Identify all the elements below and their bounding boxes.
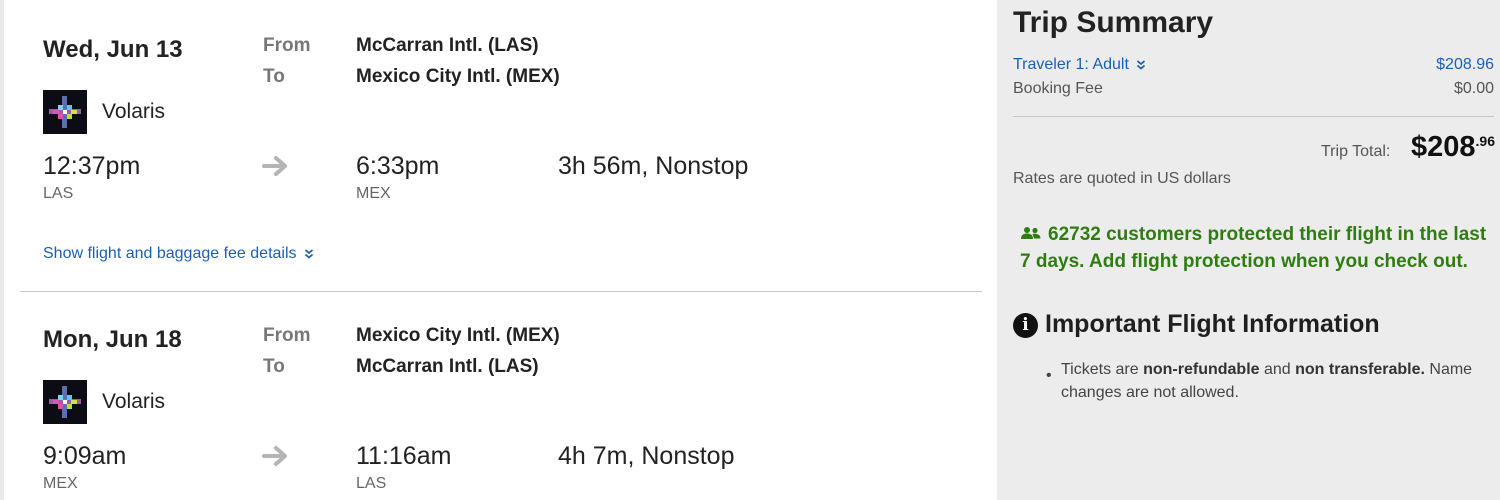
details-link-label: Show flight and baggage fee details bbox=[43, 245, 297, 262]
flight-duration: 3h 56m, Nonstop bbox=[558, 152, 749, 180]
panel-edge bbox=[0, 0, 4, 500]
rates-note: Rates are quoted in US dollars bbox=[1013, 170, 1231, 187]
departure-code: LAS bbox=[43, 185, 74, 202]
airline-name: Volaris bbox=[102, 390, 166, 413]
flight-date: Mon, Jun 18 bbox=[43, 326, 182, 353]
double-chevron-down-icon bbox=[1137, 60, 1146, 70]
protection-message: 62732 customers protected their flight i… bbox=[1020, 221, 1490, 275]
departure-time: 9:09am bbox=[43, 442, 127, 470]
trip-total-cents: .96 bbox=[1475, 133, 1495, 149]
trip-summary-title: Trip Summary bbox=[1013, 6, 1214, 39]
from-label: From bbox=[263, 35, 311, 56]
volaris-logo bbox=[43, 380, 87, 424]
flights-panel: Wed, Jun 13 From To McCarran Intl. (LAS)… bbox=[0, 0, 997, 500]
traveler-dropdown[interactable]: Traveler 1: Adult bbox=[1013, 56, 1146, 74]
destination-airport: McCarran Intl. (LAS) bbox=[356, 356, 539, 377]
ticket-policy-note: Tickets are non-refundable and non trans… bbox=[1061, 358, 1500, 404]
note-emphasis: non-refundable bbox=[1143, 361, 1260, 378]
origin-airport: McCarran Intl. (LAS) bbox=[356, 35, 539, 56]
traveler-label: Traveler 1: Adult bbox=[1013, 56, 1129, 73]
summary-divider bbox=[1013, 116, 1494, 117]
destination-airport: Mexico City Intl. (MEX) bbox=[356, 66, 560, 87]
trip-summary-panel: Trip Summary Traveler 1: Adult $208.96 B… bbox=[997, 0, 1500, 500]
trip-total-label: Trip Total: bbox=[1321, 143, 1391, 160]
arrival-code: LAS bbox=[356, 475, 387, 492]
important-info-title: Important Flight Information bbox=[1045, 310, 1380, 338]
bullet-dot: • bbox=[1046, 367, 1052, 384]
protection-text: 62732 customers protected their flight i… bbox=[1020, 224, 1487, 272]
right-arrow-icon bbox=[262, 444, 290, 468]
arrival-time: 11:16am bbox=[356, 442, 452, 470]
traveler-price: $208.96 bbox=[1436, 56, 1494, 73]
booking-fee-label: Booking Fee bbox=[1013, 80, 1103, 97]
flight-divider bbox=[20, 291, 982, 292]
show-details-link[interactable]: Show flight and baggage fee details bbox=[43, 245, 314, 263]
to-label: To bbox=[263, 66, 285, 87]
note-text: Tickets are bbox=[1061, 361, 1144, 378]
airline-name: Volaris bbox=[102, 100, 166, 123]
arrival-time: 6:33pm bbox=[356, 152, 440, 180]
people-icon bbox=[1021, 226, 1041, 239]
trip-total-value: $208.96 bbox=[1411, 131, 1495, 164]
departure-time: 12:37pm bbox=[43, 152, 141, 180]
double-chevron-down-icon bbox=[304, 249, 314, 259]
departure-code: MEX bbox=[43, 475, 78, 492]
booking-fee-value: $0.00 bbox=[1453, 80, 1494, 97]
info-icon: i bbox=[1013, 313, 1038, 338]
from-label: From bbox=[263, 325, 311, 346]
to-label: To bbox=[263, 356, 285, 377]
flight-duration: 4h 7m, Nonstop bbox=[558, 442, 735, 470]
origin-airport: Mexico City Intl. (MEX) bbox=[356, 325, 560, 346]
note-emphasis: non transferable. bbox=[1295, 361, 1425, 378]
trip-total-dollars: $208 bbox=[1411, 131, 1476, 163]
right-arrow-icon bbox=[262, 154, 290, 178]
flight-date: Wed, Jun 13 bbox=[43, 36, 183, 63]
volaris-logo bbox=[43, 90, 87, 134]
note-text: and bbox=[1259, 361, 1296, 378]
arrival-code: MEX bbox=[356, 185, 391, 202]
